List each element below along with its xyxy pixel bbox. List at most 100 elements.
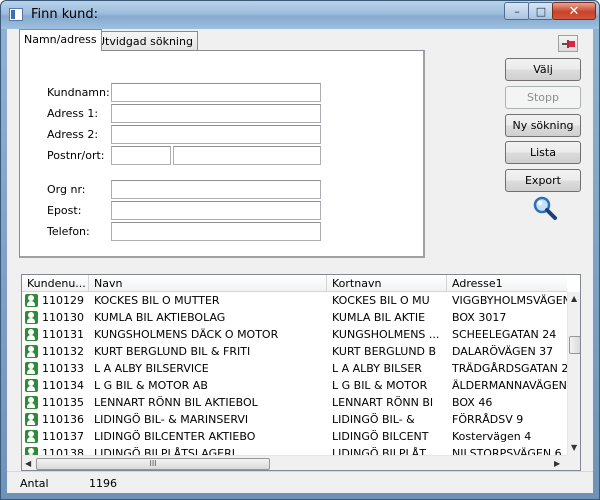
close-button[interactable]: ✕ <box>552 2 596 20</box>
cell-kundenummer: 110137 <box>42 430 84 443</box>
column-header-navn[interactable]: Navn <box>89 275 327 292</box>
cell-navn: LIDINGÖ BIL- & MARINSERVI <box>94 413 249 426</box>
postnr-label: Postnr/ort: <box>47 149 105 162</box>
cell-kortnavn: LENNART RÖNN BI <box>332 396 434 409</box>
table-row[interactable]: 110135 LENNART RÖNN BIL AKTIEBOL LENNART R… <box>22 394 567 411</box>
customer-icon <box>25 430 38 443</box>
finn-kund-window: Finn kund: – □ ✕ Namn/adress Utvidgad sö… <box>0 0 600 500</box>
customer-icon <box>25 294 38 307</box>
cell-navn: KURT BERGLUND BIL & FRITI <box>94 345 251 358</box>
column-header-kundenummer[interactable]: Kundenu... <box>22 275 89 292</box>
cell-kundenummer: 110136 <box>42 413 84 426</box>
customer-icon <box>25 447 38 455</box>
lista-button[interactable]: Lista <box>505 141 581 164</box>
tab-utvidgad-sokning[interactable]: Utvidgad sökning <box>92 31 198 50</box>
column-header-adresse1[interactable]: Adresse1 <box>447 275 567 292</box>
table-row[interactable]: 110138 LIDINGÖ BILPLÅTSLAGERI LIDINGÖ BILP… <box>22 445 567 455</box>
vertical-scrollbar[interactable]: ▲ ▼ <box>567 292 580 455</box>
kundnamn-label: Kundnamn: <box>47 86 110 99</box>
cell-kortnavn: KURT BERGLUND B <box>332 345 437 358</box>
status-bar: Antal 1196 <box>7 471 593 493</box>
cell-adresse1: NILSTORPSVÄGEN 6 <box>452 447 562 455</box>
postnr-field[interactable] <box>111 146 171 165</box>
table-row[interactable]: 110131 KUNGSHOLMENS DÄCK O MOTOR KUNGSHOLM… <box>22 326 567 343</box>
telefon-field[interactable] <box>111 222 321 241</box>
table-row[interactable]: 110129 KOCKES BIL O MUTTER KOCKES BIL O MU… <box>22 292 567 309</box>
title-bar[interactable]: Finn kund: – □ ✕ <box>1 1 599 29</box>
cell-adresse1: Kostervägen 4 <box>452 430 532 443</box>
dialog-client: Namn/adress Utvidgad sökning Kundnamn: A… <box>7 29 593 493</box>
tab-namn-adress[interactable]: Namn/adress <box>19 29 102 51</box>
customer-icon <box>25 413 38 426</box>
cell-navn: LENNART RÖNN BIL AKTIEBOL <box>94 396 258 409</box>
vertical-scroll-thumb[interactable] <box>569 336 580 354</box>
cell-adresse1: BOX 46 <box>452 396 493 409</box>
cell-kortnavn: KUNGSHOLMENS ... <box>332 328 440 341</box>
kundnamn-field[interactable] <box>111 83 321 102</box>
list-header: Kundenu... Navn Kortnavn Adresse1 <box>22 275 567 292</box>
cell-kortnavn: KUMLA BIL AKTIE <box>332 311 426 324</box>
cell-navn: LIDINGÖ BILPLÅTSLAGERI <box>94 447 235 455</box>
cell-adresse1: BOX 3017 <box>452 311 507 324</box>
valj-button[interactable]: Välj <box>505 58 581 81</box>
window-title: Finn kund: <box>31 7 98 22</box>
epost-label: Epost: <box>47 204 82 217</box>
cell-kundenummer: 110132 <box>42 345 84 358</box>
magnifier-icon <box>532 195 558 224</box>
antal-value: 1196 <box>89 477 117 490</box>
ny-sokning-button[interactable]: Ny sökning <box>505 114 581 137</box>
ort-field[interactable] <box>173 146 321 165</box>
minimize-button[interactable]: – <box>504 2 530 20</box>
maximize-button[interactable]: □ <box>528 2 554 20</box>
cell-adresse1: ÄLDERMANNAVÄGEN <box>452 379 567 392</box>
antal-label: Antal <box>20 477 49 490</box>
table-row[interactable]: 110132 KURT BERGLUND BIL & FRITI KURT BERG… <box>22 343 567 360</box>
scroll-up-icon[interactable]: ▲ <box>571 294 577 303</box>
column-header-kortnavn[interactable]: Kortnavn <box>327 275 447 292</box>
epost-field[interactable] <box>111 201 321 220</box>
scroll-down-icon[interactable]: ▼ <box>571 443 577 452</box>
cell-navn: L G BIL & MOTOR AB <box>94 379 208 392</box>
table-row[interactable]: 110130 KUMLA BIL AKTIEBOLAG KUMLA BIL AKTI… <box>22 309 567 326</box>
telefon-label: Telefon: <box>47 225 90 238</box>
app-icon <box>9 8 23 21</box>
table-row[interactable]: 110136 LIDINGÖ BIL- & MARINSERVI LIDINGÖ B… <box>22 411 567 428</box>
adress2-field[interactable] <box>111 125 321 144</box>
cell-kundenummer: 110131 <box>42 328 84 341</box>
customer-list[interactable]: Kundenu... Navn Kortnavn Adresse1 110129… <box>21 274 581 471</box>
adress1-label: Adress 1: <box>47 107 99 120</box>
cell-kundenummer: 110129 <box>42 294 84 307</box>
customer-icon <box>25 328 38 341</box>
stopp-button[interactable]: Stopp <box>505 86 581 109</box>
cell-kortnavn: LIDINGÖ BILCENT <box>332 430 429 443</box>
scroll-corner <box>567 455 580 470</box>
scroll-right-icon[interactable]: ▶ <box>554 459 560 468</box>
search-form-panel: Kundnamn: Adress 1: Adress 2: Postnr/ort… <box>19 50 425 258</box>
cell-adresse1: SCHEELEGATAN 24 <box>452 328 557 341</box>
cell-navn: L A ALBY BILSERVICE <box>94 362 209 375</box>
customer-icon <box>25 379 38 392</box>
horizontal-scrollbar[interactable]: ◀ III ▶ <box>22 455 567 470</box>
cell-kortnavn: LIDINGÖ BIL- & <box>332 413 415 426</box>
cell-kundenummer: 110130 <box>42 311 84 324</box>
list-body: 110129 KOCKES BIL O MUTTER KOCKES BIL O MU… <box>22 292 567 455</box>
cell-adresse1: DALARÖVÄGEN 37 <box>452 345 554 358</box>
cell-kortnavn: L A ALBY BILSER <box>332 362 422 375</box>
cell-kundenummer: 110135 <box>42 396 84 409</box>
customer-icon <box>25 362 38 375</box>
horizontal-scroll-thumb[interactable]: III <box>36 458 270 470</box>
cell-kortnavn: L G BIL & MOTOR <box>332 379 428 392</box>
table-row[interactable]: 110137 LIDINGÖ BILCENTER AKTIEBO LIDINGÖ B… <box>22 428 567 445</box>
customer-icon <box>25 311 38 324</box>
cell-navn: LIDINGÖ BILCENTER AKTIEBO <box>94 430 256 443</box>
customer-icon <box>25 396 38 409</box>
orgnr-field[interactable] <box>111 180 321 199</box>
adress1-field[interactable] <box>111 104 321 123</box>
cell-navn: KOCKES BIL O MUTTER <box>94 294 220 307</box>
pin-icon[interactable] <box>558 35 578 52</box>
cell-adresse1: TRÄDGÅRDSGATAN 2 <box>452 362 567 375</box>
table-row[interactable]: 110134 L G BIL & MOTOR AB L G BIL & MOTOR Ä… <box>22 377 567 394</box>
export-button[interactable]: Export <box>505 169 581 192</box>
table-row[interactable]: 110133 L A ALBY BILSERVICE L A ALBY BILSER… <box>22 360 567 377</box>
scroll-left-icon[interactable]: ◀ <box>25 459 31 468</box>
